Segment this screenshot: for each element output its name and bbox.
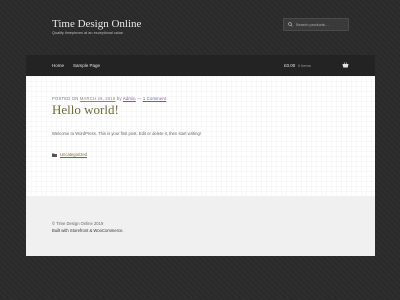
main-content: POSTED ON MARCH 26, 2019 by Admin — 1 Co… — [26, 76, 375, 256]
primary-navigation: Home Sample Page £0.00 0 items — [26, 55, 375, 76]
site-tagline: Quality timepieces at an exceptional val… — [52, 31, 124, 35]
author-link[interactable]: Admin — [123, 96, 136, 101]
site-title[interactable]: Time Design Online — [52, 18, 141, 30]
site-footer: © Time Design Online 2019 Built with Sto… — [26, 196, 375, 256]
meta-separator: — — [137, 96, 142, 101]
cart-count[interactable]: 0 items — [298, 63, 311, 68]
post-title[interactable]: Hello world! — [52, 102, 119, 118]
nav-item-sample-page[interactable]: Sample Page — [73, 63, 100, 68]
search-box[interactable] — [283, 18, 349, 31]
post-category: Uncategorized — [52, 152, 87, 157]
shopping-basket-icon[interactable] — [342, 62, 349, 68]
search-input[interactable] — [295, 22, 348, 27]
post-date-link[interactable]: MARCH 26, 2019 — [80, 96, 116, 101]
folder-icon — [52, 153, 57, 157]
comments-link[interactable]: 1 Comment — [143, 96, 166, 101]
posted-on-label: POSTED ON — [52, 96, 79, 101]
nav-item-home[interactable]: Home — [52, 63, 64, 68]
category-link[interactable]: Uncategorized — [60, 152, 87, 157]
search-icon — [288, 22, 293, 27]
cart-total[interactable]: £0.00 — [284, 63, 295, 68]
post-meta: POSTED ON MARCH 26, 2019 by Admin — 1 Co… — [52, 96, 166, 101]
footer-credit-link[interactable]: Built with Storefront & WooCommerce. — [52, 228, 124, 233]
post-body: Welcome to WordPress. This is your first… — [52, 131, 201, 136]
post-article: POSTED ON MARCH 26, 2019 by Admin — 1 Co… — [26, 76, 375, 196]
footer-copyright: © Time Design Online 2019 — [52, 221, 104, 226]
site-header: Time Design Online Quality timepieces at… — [0, 0, 400, 55]
by-label: by — [116, 96, 122, 101]
